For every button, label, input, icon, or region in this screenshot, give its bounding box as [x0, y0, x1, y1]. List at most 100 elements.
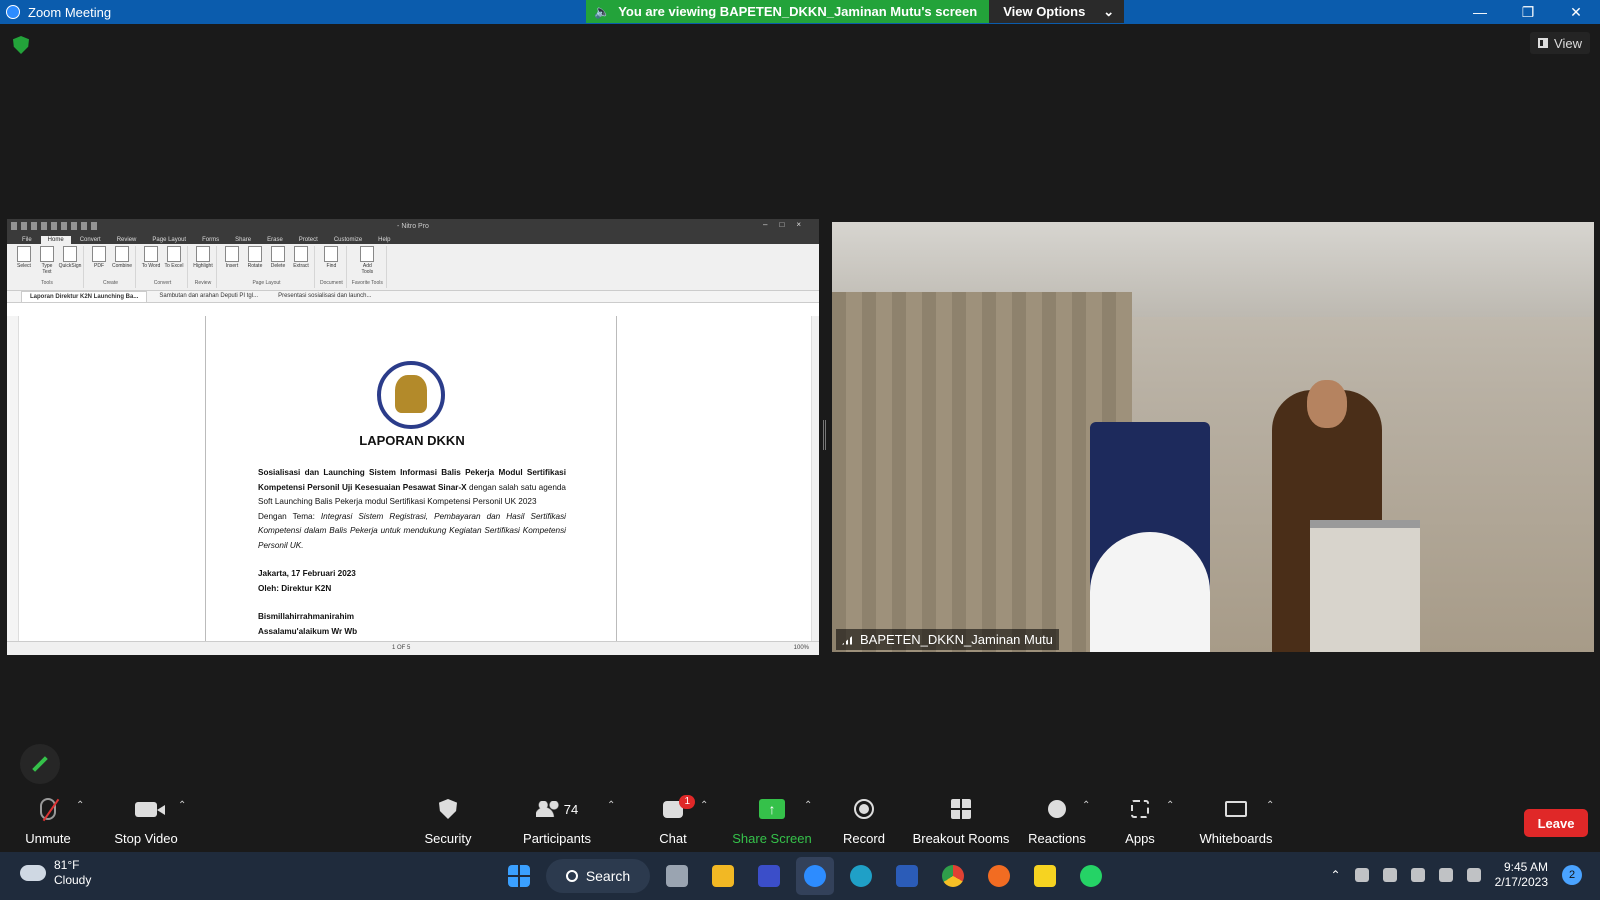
insert-tool: Insert: [222, 246, 242, 280]
stop-video-label: Stop Video: [114, 831, 178, 846]
unmute-label: Unmute: [25, 831, 71, 846]
ribbon-tab: Erase: [267, 237, 283, 243]
nitro-window-controls: –□×: [763, 220, 813, 229]
participant-video[interactable]: BAPETEN_DKKN_Jaminan Mutu: [832, 222, 1594, 652]
view-options-label: View Options: [1003, 4, 1086, 19]
microphone-icon[interactable]: [1382, 868, 1397, 882]
whiteboard-icon: [1225, 801, 1247, 817]
sticky-notes-icon: [1034, 865, 1056, 887]
file-explorer-button[interactable]: [704, 857, 742, 895]
battery-icon[interactable]: [1466, 868, 1481, 882]
sticky-notes-button[interactable]: [1026, 857, 1064, 895]
windows-icon: [508, 865, 530, 887]
search-label: Search: [585, 868, 631, 884]
rotate-tool: Rotate: [245, 246, 265, 280]
chat-caret-icon[interactable]: ⌃: [700, 800, 708, 811]
reactions-button[interactable]: Reactions: [1028, 790, 1086, 852]
video-podium: [1310, 520, 1420, 652]
chat-icon: 1: [663, 794, 695, 818]
view-label: View: [1554, 35, 1582, 51]
zoom-logo-icon: [6, 5, 20, 19]
wifi-icon[interactable]: [1410, 868, 1425, 882]
ribbon-tab: Protect: [298, 237, 318, 243]
whatsapp-button[interactable]: [1072, 857, 1110, 895]
weather-widget[interactable]: 81°F Cloudy: [20, 858, 91, 888]
app-button[interactable]: [750, 857, 788, 895]
bapeten-emblem: [377, 361, 445, 429]
group-name: Favorite Tools: [351, 280, 383, 286]
reactions-label: Reactions: [1028, 831, 1086, 846]
video-curtain: [832, 292, 1132, 652]
whiteboards-button[interactable]: Whiteboards: [1198, 790, 1274, 852]
record-button[interactable]: Record: [842, 790, 886, 852]
zoom-icon: [804, 865, 826, 887]
clock[interactable]: 9:45 AM 2/17/2023: [1495, 860, 1548, 890]
speaker-icon: 🔈: [594, 3, 611, 19]
reactions-icon: [1048, 800, 1066, 818]
temperature: 81°F: [54, 858, 80, 872]
stop-video-button[interactable]: Stop Video: [110, 790, 182, 852]
pencil-icon: [32, 756, 48, 772]
close-button[interactable]: ✕: [1552, 0, 1600, 24]
participants-caret-icon[interactable]: ⌃: [607, 800, 615, 811]
vertical-scrollbar: [811, 316, 819, 641]
word-button[interactable]: [888, 857, 926, 895]
app-icon: [758, 865, 780, 887]
taskbar-search[interactable]: Search: [546, 859, 650, 893]
chevron-up-icon[interactable]: ⌃: [1331, 868, 1341, 882]
task-view-button[interactable]: [658, 857, 696, 895]
leave-button[interactable]: Leave: [1524, 809, 1588, 837]
breakout-rooms-button[interactable]: Breakout Rooms: [912, 790, 1010, 852]
apps-icon: [1131, 800, 1149, 818]
doc-tab: Sambutan dan arahan Deputi PI tgl...: [159, 293, 259, 299]
doc-p2-lead: Dengan Tema:: [258, 511, 321, 521]
whatsapp-icon: [1080, 865, 1102, 887]
chat-button[interactable]: 1 Chat: [656, 790, 695, 852]
apps-button[interactable]: Apps: [1122, 790, 1158, 852]
share-caret-icon[interactable]: ⌃: [804, 800, 812, 811]
start-button[interactable]: [500, 857, 538, 895]
onedrive-icon[interactable]: [1354, 868, 1369, 882]
unmute-button[interactable]: Unmute: [22, 790, 74, 852]
encryption-shield-icon[interactable]: [13, 36, 29, 54]
participants-button[interactable]: 74 Participants: [520, 790, 594, 852]
restore-button[interactable]: ❐: [1504, 0, 1552, 24]
minimize-button[interactable]: —: [1456, 0, 1504, 24]
word-icon: [896, 865, 918, 887]
document-tabs: Laporan Direktur K2N Launching Ba... Sam…: [7, 291, 819, 303]
pdf-tool: PDF: [89, 246, 109, 280]
ribbon-group-document: Find Document: [317, 246, 347, 288]
view-options-button[interactable]: View Options ⌄: [989, 0, 1125, 23]
group-name: Convert: [153, 280, 172, 286]
zoom-taskbar-button[interactable]: [796, 857, 834, 895]
page-indicator: 1 OF 5: [392, 645, 411, 651]
splitter-handle[interactable]: [823, 420, 826, 450]
participant-name-tag: BAPETEN_DKKN_Jaminan Mutu: [836, 629, 1059, 650]
notification-badge[interactable]: 2: [1562, 865, 1582, 885]
reactions-caret-icon[interactable]: ⌃: [1082, 800, 1090, 811]
apps-caret-icon[interactable]: ⌃: [1166, 800, 1174, 811]
chevron-down-icon: ⌄: [1103, 3, 1115, 19]
ribbon-tabs: File Home Convert Review Page Layout For…: [7, 233, 819, 244]
to-excel-tool: To Excel: [164, 246, 184, 280]
annotate-button[interactable]: [20, 744, 60, 784]
shared-screen[interactable]: - Nitro Pro –□× File Home Convert Review…: [7, 219, 819, 655]
whiteboards-caret-icon[interactable]: ⌃: [1266, 800, 1274, 811]
ribbon: Select Type Text QuickSign Tools PDF Com…: [7, 244, 819, 291]
firefox-button[interactable]: [980, 857, 1018, 895]
quicksign-tool: QuickSign: [59, 246, 81, 280]
participant-name: BAPETEN_DKKN_Jaminan Mutu: [860, 632, 1053, 647]
group-name: Review: [194, 280, 212, 286]
edge-button[interactable]: [842, 857, 880, 895]
audio-options-caret-icon[interactable]: ⌃: [76, 800, 84, 811]
security-button[interactable]: Security: [420, 790, 476, 852]
view-button[interactable]: View: [1530, 32, 1590, 54]
task-view-icon: [666, 865, 688, 887]
share-screen-button[interactable]: ↑ Share Screen: [732, 790, 812, 852]
chrome-button[interactable]: [934, 857, 972, 895]
share-screen-label: Share Screen: [732, 831, 812, 846]
video-options-caret-icon[interactable]: ⌃: [178, 800, 186, 811]
participants-label: Participants: [523, 831, 591, 846]
volume-icon[interactable]: [1438, 868, 1453, 882]
doc-tab: Presentasi sosialisasi dan launch...: [278, 293, 372, 299]
